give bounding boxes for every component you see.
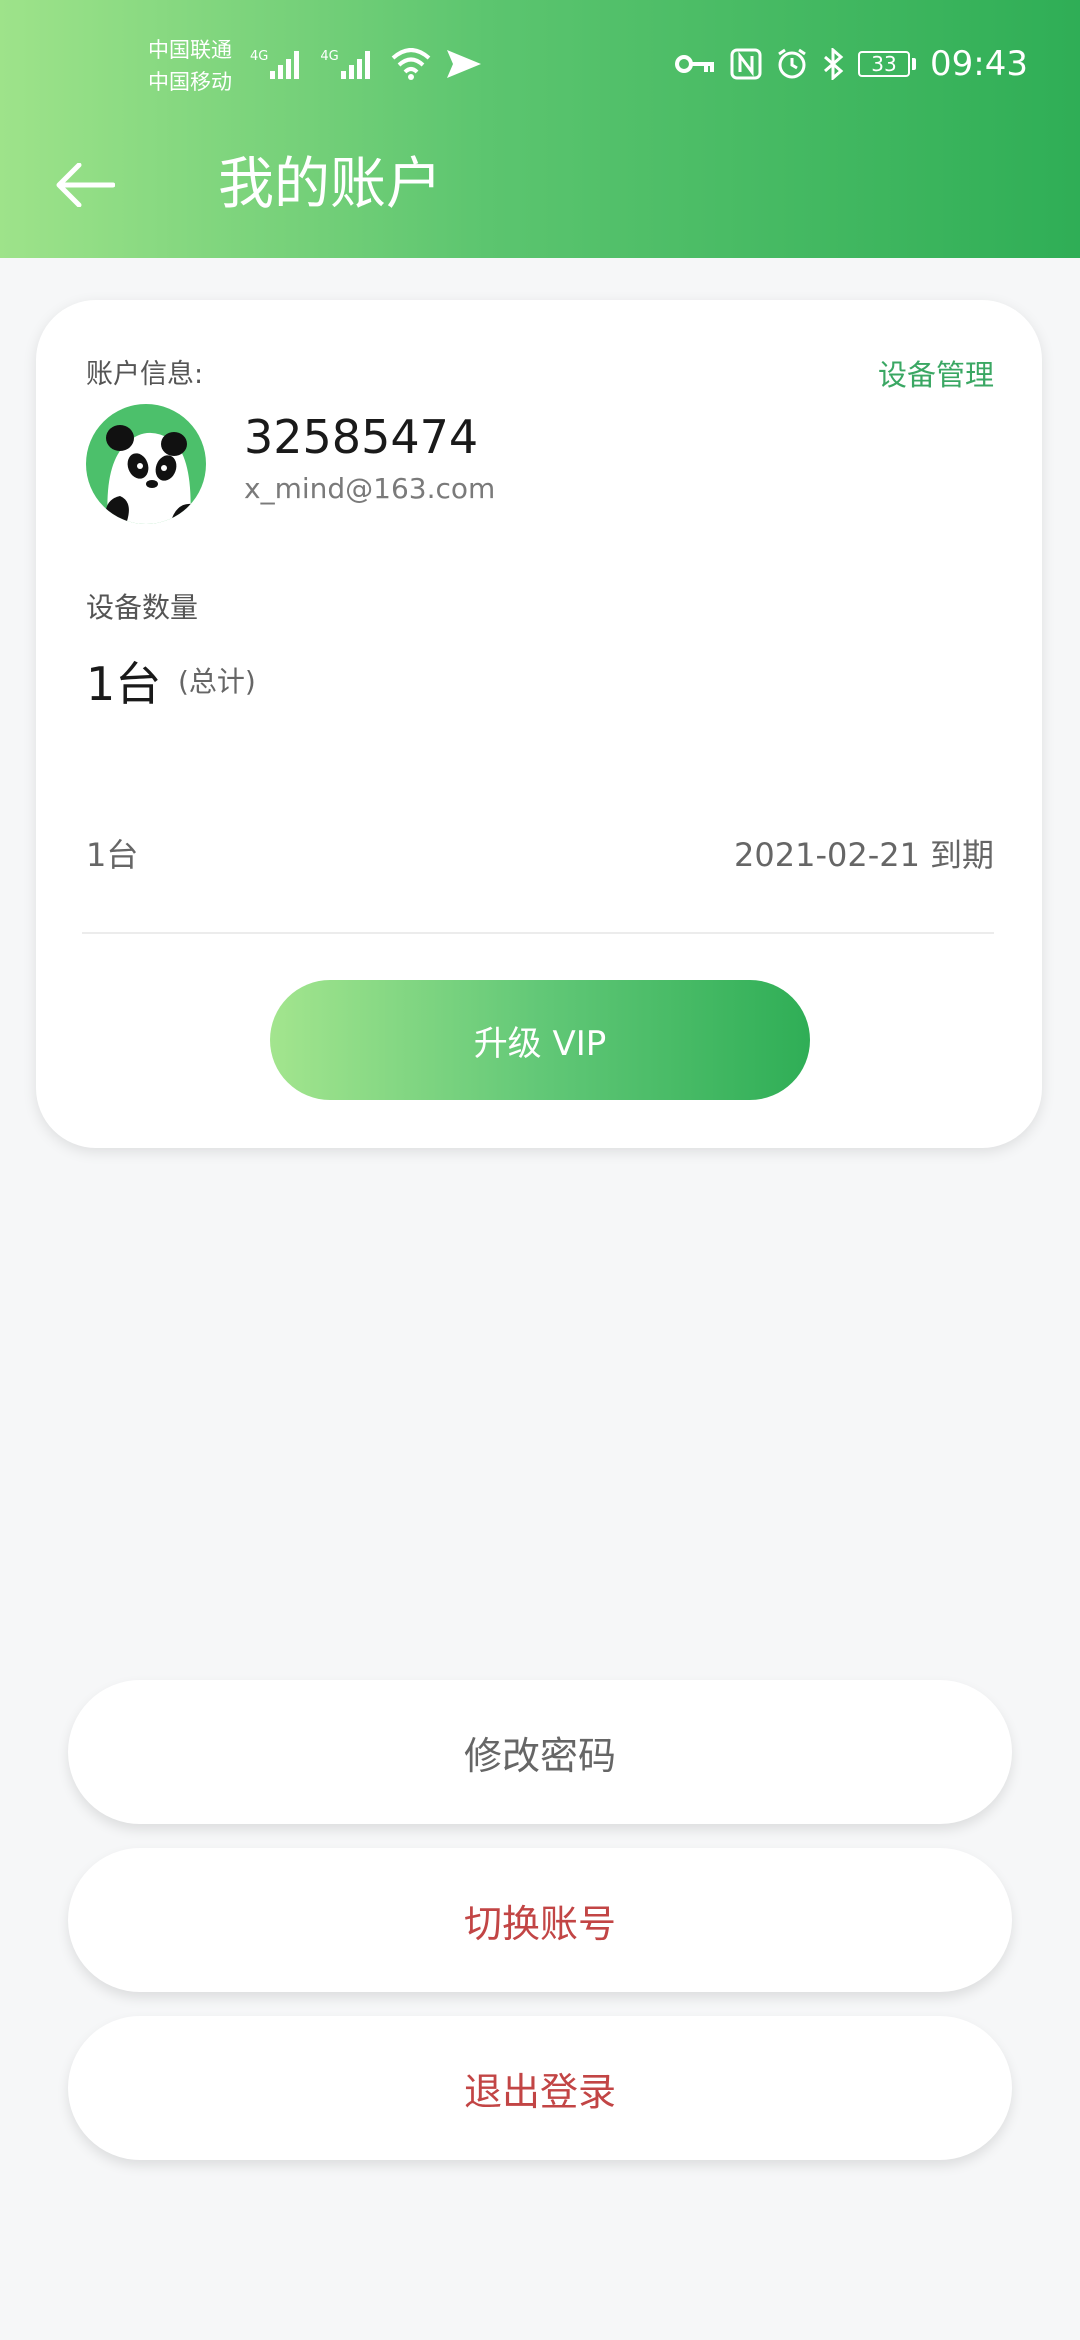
carrier-2: 中国移动 (148, 70, 232, 94)
network-type-1: 4G (250, 49, 269, 64)
wifi-icon (391, 48, 431, 80)
device-count: 1台 (86, 657, 162, 711)
clock: 09:43 (930, 44, 1028, 84)
logout-button[interactable]: 退出登录 (68, 2016, 1012, 2160)
status-icons-left: 4G 4G (250, 42, 481, 86)
expiry-suffix: 到期 (929, 836, 994, 874)
account-card: 账户信息: 设备管理 32585474 x_mind@163.com 设备数量 … (36, 300, 1042, 1148)
key-icon (675, 55, 715, 73)
signal-icon: 4G (320, 49, 374, 79)
plan-expiry: 2021-02-21 到期 (734, 830, 994, 876)
battery-tip (912, 58, 917, 70)
plan-quantity: 1台 (86, 836, 139, 874)
switch-account-button[interactable]: 切换账号 (68, 1848, 1012, 1992)
page-title: 我的账户 (218, 152, 442, 217)
nfc-icon (730, 48, 762, 80)
avatar[interactable] (86, 404, 206, 524)
network-type-2: 4G (320, 49, 339, 64)
card-divider (82, 932, 994, 934)
upgrade-vip-button[interactable]: 升级 VIP (270, 980, 810, 1100)
arrow-left-icon (56, 163, 115, 207)
user-id: 32585474 (244, 410, 479, 464)
bluetooth-icon (824, 48, 844, 80)
battery-level: 33 (858, 51, 911, 77)
expiry-date: 2021-02-21 (734, 836, 920, 874)
device-management-link[interactable]: 设备管理 (878, 352, 994, 394)
send-icon (446, 50, 481, 78)
device-count-note: (总计) (178, 665, 256, 698)
account-info-label: 账户信息: (86, 359, 204, 390)
carrier-1: 中国联通 (148, 38, 232, 62)
back-button[interactable] (50, 150, 120, 220)
status-bar: 中国联通 中国移动 4G 4G 33 09:43 (0, 0, 1080, 130)
panda-icon (105, 425, 195, 524)
signal-icon: 4G (250, 49, 304, 79)
app-header: 中国联通 中国移动 4G 4G 33 09:43 我的账户 (0, 0, 1080, 258)
device-count-label: 设备数量 (86, 591, 199, 624)
battery-icon: 33 (858, 51, 917, 77)
change-password-button[interactable]: 修改密码 (68, 1680, 1012, 1824)
user-email: x_mind@163.com (244, 472, 496, 505)
alarm-icon (778, 48, 806, 79)
status-icons-right: 33 09:43 (674, 42, 1028, 86)
carrier-info: 中国联通 中国移动 (148, 34, 232, 98)
